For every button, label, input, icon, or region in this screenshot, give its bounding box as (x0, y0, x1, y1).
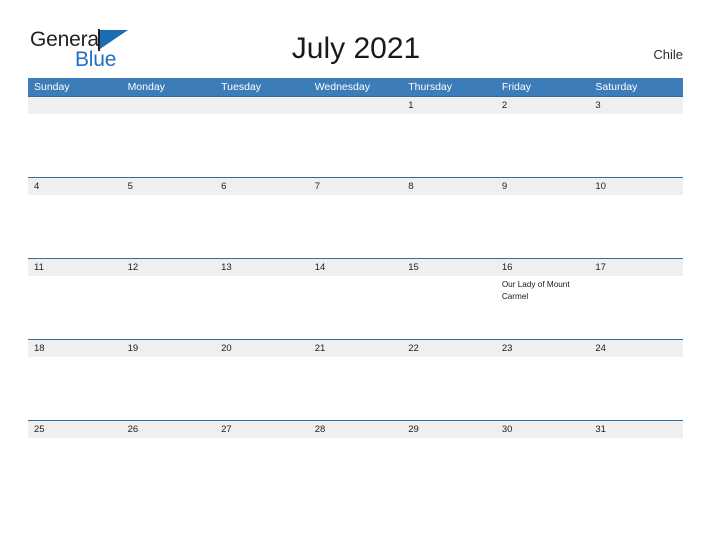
day-cell[interactable] (402, 438, 496, 501)
date-number[interactable]: 27 (215, 421, 309, 438)
day-body-row (28, 357, 683, 420)
day-cell-holiday[interactable]: Our Lady of Mount Carmel (496, 276, 590, 339)
country-label: Chile (653, 47, 683, 62)
calendar-grid: Sunday Monday Tuesday Wednesday Thursday… (28, 78, 683, 501)
holiday-event-label: Our Lady of Mount Carmel (501, 280, 570, 301)
weekday-header-monday: Monday (127, 81, 165, 93)
date-number[interactable]: 16 (496, 259, 590, 276)
day-body-row: Our Lady of Mount Carmel (28, 276, 683, 339)
day-cell[interactable] (122, 357, 216, 420)
day-cell[interactable] (309, 438, 403, 501)
date-number[interactable]: 9 (496, 178, 590, 195)
day-cell[interactable] (122, 276, 216, 339)
day-cell[interactable] (496, 114, 590, 177)
date-number[interactable]: 12 (122, 259, 216, 276)
date-number[interactable]: 23 (496, 340, 590, 357)
date-number[interactable] (28, 97, 122, 114)
date-number[interactable]: 13 (215, 259, 309, 276)
weekday-header-sunday: Sunday (34, 81, 70, 93)
day-cell[interactable] (28, 114, 122, 177)
calendar-week-row: 18 19 20 21 22 23 24 (28, 339, 683, 420)
day-cell[interactable] (28, 276, 122, 339)
date-number[interactable]: 7 (309, 178, 403, 195)
date-number[interactable]: 29 (402, 421, 496, 438)
date-number[interactable]: 19 (122, 340, 216, 357)
day-body-row (28, 195, 683, 258)
day-cell[interactable] (589, 357, 683, 420)
day-cell[interactable] (402, 276, 496, 339)
day-body-row (28, 114, 683, 177)
day-cell[interactable] (589, 195, 683, 258)
page-title: July 2021 (291, 32, 421, 65)
day-cell[interactable] (28, 438, 122, 501)
date-number[interactable]: 8 (402, 178, 496, 195)
day-cell[interactable] (215, 114, 309, 177)
weekday-header-thursday: Thursday (408, 81, 453, 93)
date-number[interactable]: 28 (309, 421, 403, 438)
day-cell[interactable] (402, 357, 496, 420)
page-header: General Blue July 2021 Chile (0, 0, 712, 76)
date-number[interactable] (122, 97, 216, 114)
date-number[interactable]: 31 (589, 421, 683, 438)
day-cell[interactable] (496, 357, 590, 420)
day-cell[interactable] (215, 357, 309, 420)
date-number[interactable]: 26 (122, 421, 216, 438)
date-number[interactable]: 3 (589, 97, 683, 114)
date-number[interactable]: 14 (309, 259, 403, 276)
date-number[interactable]: 11 (28, 259, 122, 276)
day-cell[interactable] (402, 114, 496, 177)
calendar-page: General Blue July 2021 Chile Sunday Mond… (0, 0, 712, 550)
day-cell[interactable] (496, 438, 590, 501)
date-number[interactable] (309, 97, 403, 114)
day-cell[interactable] (309, 357, 403, 420)
day-cell[interactable] (589, 114, 683, 177)
day-cell[interactable] (402, 195, 496, 258)
calendar-week-row: 1 2 3 (28, 96, 683, 177)
date-number[interactable]: 4 (28, 178, 122, 195)
weekday-header-tuesday: Tuesday (221, 81, 262, 93)
date-number[interactable]: 25 (28, 421, 122, 438)
day-cell[interactable] (122, 438, 216, 501)
date-number-band: 4 5 6 7 8 9 10 (28, 177, 683, 195)
date-number[interactable]: 20 (215, 340, 309, 357)
weekday-header-wednesday: Wednesday (314, 81, 370, 93)
calendar-week-row: 11 12 13 14 15 16 17 Our Lady of Mount C… (28, 258, 683, 339)
date-number-band: 11 12 13 14 15 16 17 (28, 258, 683, 276)
weekday-header-friday: Friday (501, 81, 531, 93)
calendar-week-row: 4 5 6 7 8 9 10 (28, 177, 683, 258)
day-cell[interactable] (215, 276, 309, 339)
date-number[interactable]: 2 (496, 97, 590, 114)
date-number[interactable]: 22 (402, 340, 496, 357)
day-cell[interactable] (122, 195, 216, 258)
date-number-band: 18 19 20 21 22 23 24 (28, 339, 683, 357)
date-number-band: 1 2 3 (28, 96, 683, 114)
date-number[interactable]: 10 (589, 178, 683, 195)
day-cell[interactable] (309, 114, 403, 177)
date-number[interactable]: 6 (215, 178, 309, 195)
day-cell[interactable] (496, 195, 590, 258)
weekday-header-row: Sunday Monday Tuesday Wednesday Thursday… (28, 78, 683, 96)
day-cell[interactable] (309, 276, 403, 339)
day-cell[interactable] (122, 114, 216, 177)
date-number[interactable]: 17 (589, 259, 683, 276)
day-cell[interactable] (215, 438, 309, 501)
day-cell[interactable] (309, 195, 403, 258)
date-number[interactable]: 5 (122, 178, 216, 195)
date-number[interactable]: 18 (28, 340, 122, 357)
date-number-band: 25 26 27 28 29 30 31 (28, 420, 683, 438)
day-body-row (28, 438, 683, 501)
date-number[interactable]: 1 (402, 97, 496, 114)
day-cell[interactable] (215, 195, 309, 258)
day-cell[interactable] (589, 438, 683, 501)
date-number[interactable] (215, 97, 309, 114)
weekday-header-saturday: Saturday (595, 81, 638, 93)
day-cell[interactable] (589, 276, 683, 339)
date-number[interactable]: 24 (589, 340, 683, 357)
date-number[interactable]: 21 (309, 340, 403, 357)
date-number[interactable]: 15 (402, 259, 496, 276)
day-cell[interactable] (28, 195, 122, 258)
day-cell[interactable] (28, 357, 122, 420)
calendar-week-row: 25 26 27 28 29 30 31 (28, 420, 683, 501)
date-number[interactable]: 30 (496, 421, 590, 438)
